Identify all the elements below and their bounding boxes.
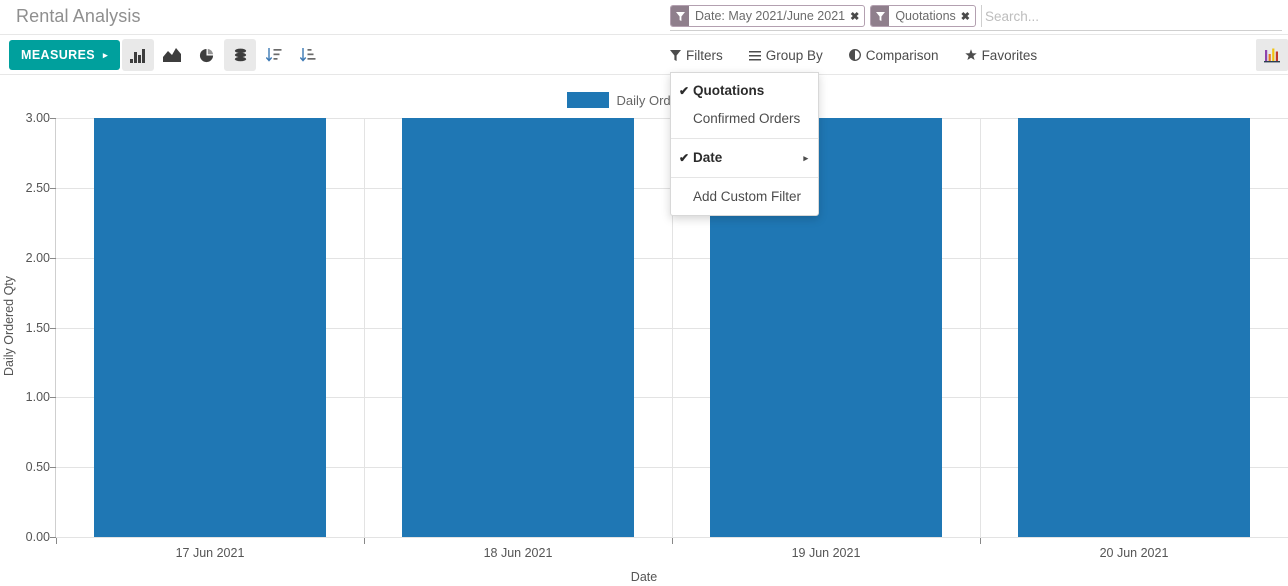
- filter-item-date[interactable]: ✔ Date ▸: [671, 144, 818, 172]
- y-axis-tick-mark: [50, 397, 56, 399]
- x-axis-tick-mark: [980, 538, 981, 544]
- chart-bar[interactable]: [401, 118, 635, 537]
- chart-bar[interactable]: [1017, 118, 1251, 537]
- filter-item-confirmed-orders[interactable]: Confirmed Orders: [671, 105, 818, 133]
- filter-icon: [871, 6, 890, 26]
- graph-type-buttons: [122, 39, 326, 71]
- y-axis-tick-label: 2.00: [25, 250, 50, 265]
- comparison-menu[interactable]: Comparison: [848, 47, 952, 63]
- y-axis-tick-mark: [50, 118, 56, 119]
- x-axis-tick-label: 18 Jun 2021: [483, 546, 553, 560]
- dropdown-divider: [671, 138, 818, 139]
- close-icon[interactable]: ✖: [961, 6, 975, 26]
- group-by-menu-label: Group By: [765, 47, 823, 63]
- search-facet-label: Date: May 2021/June 2021: [695, 9, 846, 23]
- filter-item-add-custom-filter[interactable]: Add Custom Filter: [671, 183, 818, 211]
- search-facet-label: Quotations: [895, 9, 956, 23]
- search-input[interactable]: [985, 8, 1282, 24]
- group-by-menu[interactable]: Group By: [748, 47, 836, 63]
- x-axis-tick-label: 20 Jun 2021: [1099, 546, 1169, 560]
- control-panel: Rental Analysis Date: May 2021/June 2021…: [0, 0, 1288, 216]
- legend-color-swatch: [567, 92, 610, 108]
- filter-item-label: Confirmed Orders: [693, 111, 801, 126]
- y-axis-tick-label: 1.00: [25, 390, 50, 405]
- chart-bar[interactable]: [93, 118, 327, 537]
- y-axis-tick-label: 2.50: [25, 180, 50, 195]
- y-axis-tick-label: 3.00: [25, 111, 50, 125]
- favorites-menu-label: Favorites: [981, 47, 1038, 63]
- y-axis-tick-label: 0.50: [25, 460, 50, 475]
- close-icon[interactable]: ✖: [850, 6, 864, 26]
- filter-icon: [670, 49, 681, 61]
- control-panel-bottom-row: MEASURES ▸ Filters Group By Comparison F…: [0, 35, 1288, 75]
- measures-button[interactable]: MEASURES ▸: [9, 40, 120, 70]
- y-axis-tick-mark: [50, 467, 56, 469]
- x-axis-tick-mark: [364, 538, 365, 544]
- comparison-menu-label: Comparison: [865, 47, 939, 63]
- y-axis-title: Daily Ordered Qty: [2, 275, 16, 376]
- filter-item-label: Date: [693, 150, 723, 165]
- line-chart-icon[interactable]: [156, 39, 188, 71]
- control-panel-top-row: Rental Analysis Date: May 2021/June 2021…: [0, 0, 1288, 35]
- dropdown-divider: [671, 177, 818, 178]
- sort-descending-icon[interactable]: [258, 39, 290, 71]
- x-axis-tick-mark: [672, 538, 673, 544]
- graph-view-icon[interactable]: [1256, 39, 1288, 71]
- gridline-vertical: [364, 118, 365, 537]
- filters-menu[interactable]: Filters: [670, 48, 736, 63]
- chevron-right-icon: ▸: [103, 49, 108, 60]
- measures-label: MEASURES: [21, 48, 96, 62]
- bars-icon: [748, 50, 761, 61]
- filters-menu-label: Filters: [686, 47, 723, 63]
- y-axis-tick-label: 0.00: [25, 530, 50, 544]
- favorites-menu[interactable]: Favorites: [964, 47, 1051, 63]
- filter-item-quotations[interactable]: ✔ Quotations: [671, 77, 818, 105]
- adjust-icon: [848, 49, 861, 61]
- x-axis-title: Date: [630, 570, 658, 584]
- chart-legend: Daily Ordered Qty: [0, 92, 1288, 108]
- x-axis-tick-label: 17 Jun 2021: [175, 546, 245, 560]
- graph-renderer: Daily Ordered Qty 0.00 0.50 1.00 1.50 2.00 2.…: [0, 76, 1288, 586]
- check-icon: ✔: [679, 84, 690, 98]
- stacked-icon[interactable]: [224, 39, 256, 71]
- gridline-vertical: [980, 118, 981, 537]
- x-axis-tick-mark: [56, 538, 57, 544]
- bar-chart-icon[interactable]: [122, 39, 154, 71]
- chevron-right-icon: ▸: [803, 153, 808, 163]
- filter-item-label: Quotations: [693, 83, 765, 98]
- search-dropdown-menus: Filters Group By Comparison Favorites: [670, 35, 1063, 75]
- breadcrumb[interactable]: Rental Analysis: [16, 6, 141, 27]
- search-facet-quotations[interactable]: Quotations ✖: [870, 5, 977, 27]
- view-switcher: [1256, 39, 1288, 71]
- filter-icon: [671, 6, 689, 26]
- x-axis-tick-label: 19 Jun 2021: [791, 546, 861, 560]
- star-icon: [964, 49, 977, 61]
- sort-ascending-icon[interactable]: [292, 39, 324, 71]
- search-view: Date: May 2021/June 2021 ✖ Quotations ✖: [670, 5, 1282, 31]
- y-axis-tick-mark: [50, 187, 56, 189]
- pie-chart-icon[interactable]: [190, 39, 222, 71]
- y-axis-tick-mark: [50, 257, 56, 259]
- search-input-wrapper: [981, 5, 1282, 27]
- search-facet-date[interactable]: Date: May 2021/June 2021 ✖: [670, 5, 866, 27]
- y-axis-tick-mark: [50, 327, 56, 329]
- filter-item-label: Add Custom Filter: [693, 189, 802, 204]
- check-icon: ✔: [679, 151, 690, 165]
- filters-dropdown-menu: ✔ Quotations Confirmed Orders ✔ Date ▸ A…: [670, 72, 819, 216]
